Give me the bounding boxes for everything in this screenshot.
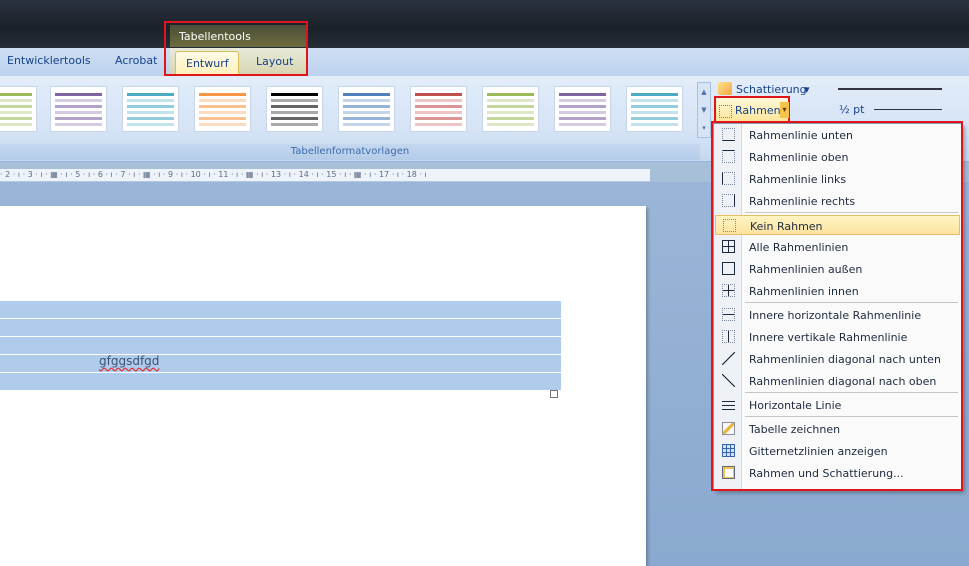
menu-item-label: Tabelle zeichnen <box>749 423 841 436</box>
borders-shading-dialog-icon <box>722 466 735 479</box>
diagonal-down-border-icon <box>722 352 735 365</box>
menu-item-border-top[interactable]: Rahmenlinie oben <box>715 147 960 167</box>
tab-developer[interactable]: Entwicklertools <box>7 54 91 67</box>
menu-item-view-gridlines[interactable]: Gitternetzlinien anzeigen <box>715 441 960 461</box>
paint-bucket-icon <box>718 82 732 95</box>
horizontal-ruler[interactable]: · 2 · ı · 3 · ı · ▦ · ı · 5 · ı · 6 · ı … <box>0 169 650 182</box>
table-style-thumbnail[interactable] <box>554 86 611 132</box>
draw-table-icon <box>722 422 735 435</box>
menu-item-label: Rahmenlinien außen <box>749 263 863 276</box>
menu-item-horizontal-line[interactable]: Horizontale Linie <box>715 395 960 415</box>
table-row[interactable] <box>0 319 561 336</box>
menu-separator <box>745 392 958 393</box>
inside-borders-icon <box>722 284 735 297</box>
shading-label: Schattierung <box>736 83 807 96</box>
pen-style-line[interactable] <box>838 88 942 90</box>
chevron-down-icon: ▾ <box>804 83 810 96</box>
inside-vertical-border-icon <box>722 330 735 343</box>
menu-item-label: Rahmenlinie links <box>749 173 847 186</box>
menu-item-label: Rahmenlinie unten <box>749 129 853 142</box>
menu-separator <box>745 212 958 213</box>
menu-item-inside-horizontal-border[interactable]: Innere horizontale Rahmenlinie <box>715 305 960 325</box>
menu-item-label: Rahmenlinien diagonal nach unten <box>749 353 941 366</box>
menu-item-no-border[interactable]: Kein Rahmen <box>715 215 960 235</box>
menu-separator <box>745 302 958 303</box>
menu-item-border-right[interactable]: Rahmenlinie rechts <box>715 191 960 211</box>
menu-item-draw-table[interactable]: Tabelle zeichnen <box>715 419 960 439</box>
ribbon-tab-row: Entwicklertools Acrobat <box>0 48 969 77</box>
table-style-thumbnail[interactable] <box>482 86 539 132</box>
table-style-thumbnail[interactable] <box>0 86 37 132</box>
table-style-thumbnail[interactable] <box>410 86 467 132</box>
horizontal-line-icon <box>722 398 735 411</box>
menu-item-border-bottom[interactable]: Rahmenlinie unten <box>715 125 960 145</box>
menu-separator <box>745 416 958 417</box>
table-style-thumbnail[interactable] <box>194 86 251 132</box>
document-table[interactable] <box>0 301 561 390</box>
outside-borders-icon <box>722 262 735 275</box>
borders-label: Rahmen <box>735 104 781 117</box>
table-style-thumbnail[interactable] <box>266 86 323 132</box>
menu-item-borders-shading-dialog[interactable]: Rahmen und Schattierung... <box>715 463 960 483</box>
borders-dropdown-menu: Rahmenlinie unten Rahmenlinie oben Rahmenl… <box>713 123 962 490</box>
window-title-bar <box>0 0 969 48</box>
menu-item-inside-vertical-border[interactable]: Innere vertikale Rahmenlinie <box>715 327 960 347</box>
pen-weight-value[interactable]: ½ pt <box>839 103 864 116</box>
menu-item-label: Rahmenlinie oben <box>749 151 849 164</box>
menu-item-all-borders[interactable]: Alle Rahmenlinien <box>715 237 960 257</box>
group-label-table-styles: Tabellenformatvorlagen <box>0 144 700 160</box>
menu-item-label: Alle Rahmenlinien <box>749 241 849 254</box>
table-resize-handle[interactable] <box>550 390 558 398</box>
table-row[interactable] <box>0 373 561 390</box>
border-bottom-icon <box>722 128 735 141</box>
diagonal-up-border-icon <box>722 374 735 387</box>
view-gridlines-icon <box>722 444 735 457</box>
menu-item-label: Gitternetzlinien anzeigen <box>749 445 888 458</box>
inside-horizontal-border-icon <box>722 308 735 321</box>
menu-item-label: Innere vertikale Rahmenlinie <box>749 331 908 344</box>
menu-item-border-left[interactable]: Rahmenlinie links <box>715 169 960 189</box>
table-row[interactable] <box>0 355 561 372</box>
table-style-thumbnail[interactable] <box>626 86 683 132</box>
gallery-scroll-arrows[interactable]: ▲ ▼ ▾ <box>697 82 711 138</box>
borders-button[interactable]: Rahmen ▾ <box>714 96 790 123</box>
menu-item-diagonal-up-border[interactable]: Rahmenlinien diagonal nach oben <box>715 371 960 391</box>
menu-item-label: Rahmenlinie rechts <box>749 195 856 208</box>
menu-item-label: Rahmen und Schattierung... <box>749 467 904 480</box>
tab-acrobat[interactable]: Acrobat <box>115 54 157 67</box>
table-style-thumbnail[interactable] <box>50 86 107 132</box>
border-right-icon <box>722 194 735 207</box>
border-icon <box>719 105 732 118</box>
menu-item-inside-borders[interactable]: Rahmenlinien innen <box>715 281 960 301</box>
pen-weight-line <box>874 109 942 110</box>
border-top-icon <box>722 150 735 163</box>
table-cell-text[interactable]: gfggsdfgd <box>99 354 159 368</box>
chevron-down-icon[interactable]: ▾ <box>780 102 789 118</box>
highlight-frame-tabs <box>164 21 308 76</box>
no-border-icon <box>723 219 736 232</box>
all-borders-icon <box>722 240 735 253</box>
border-left-icon <box>722 172 735 185</box>
menu-item-label: Rahmenlinien diagonal nach oben <box>749 375 937 388</box>
table-row[interactable] <box>0 301 561 318</box>
menu-item-outside-borders[interactable]: Rahmenlinien außen <box>715 259 960 279</box>
menu-item-label: Horizontale Linie <box>749 399 842 412</box>
table-row[interactable] <box>0 337 561 354</box>
pen-style-controls: ½ pt <box>826 76 969 124</box>
menu-item-diagonal-down-border[interactable]: Rahmenlinien diagonal nach unten <box>715 349 960 369</box>
menu-item-label: Innere horizontale Rahmenlinie <box>749 309 922 322</box>
menu-item-label: Rahmenlinien innen <box>749 285 859 298</box>
menu-item-label: Kein Rahmen <box>750 220 823 233</box>
table-style-thumbnail[interactable] <box>122 86 179 132</box>
table-style-thumbnail[interactable] <box>338 86 395 132</box>
